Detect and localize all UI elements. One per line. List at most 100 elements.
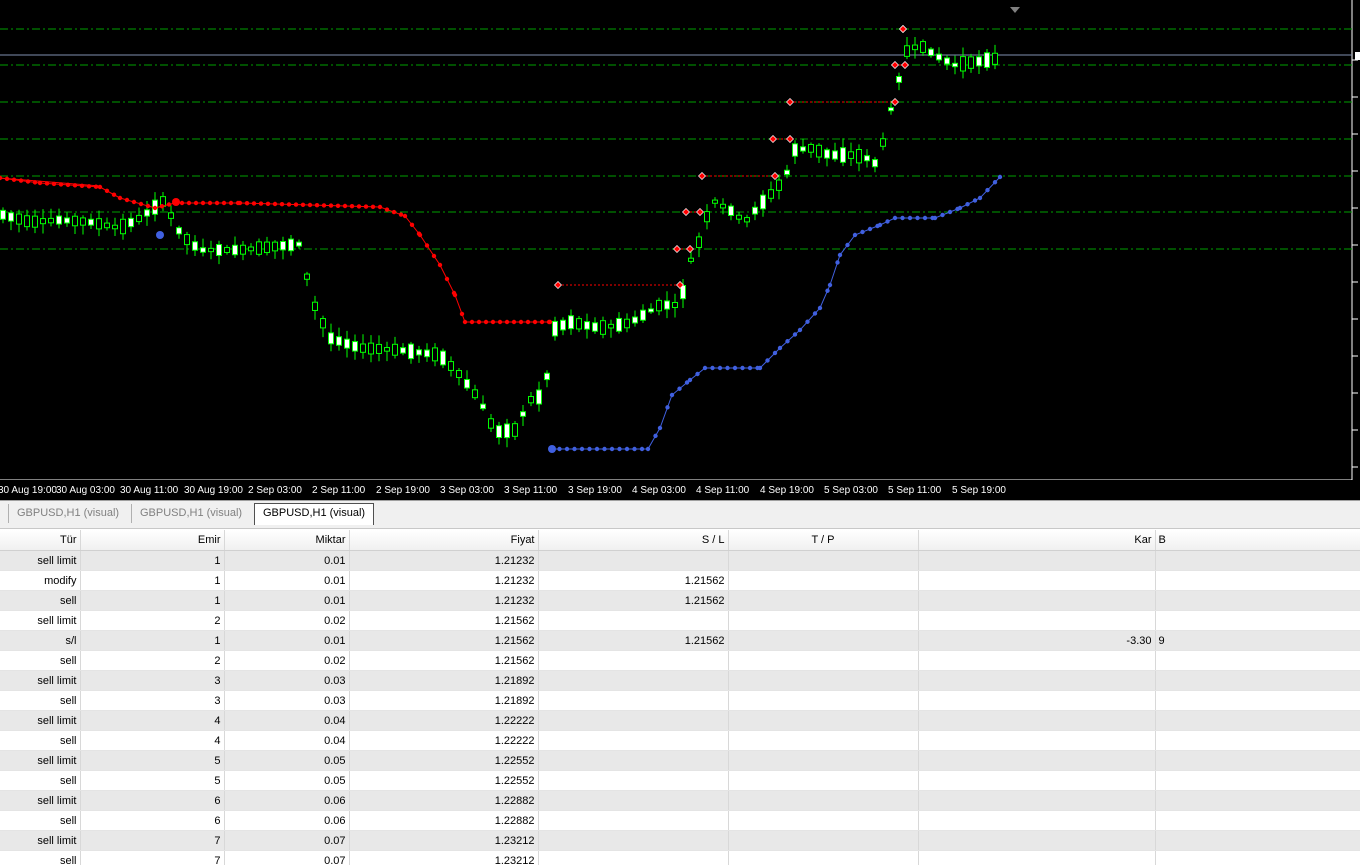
candle-body [640, 309, 646, 321]
time-label: 2 Sep 03:00 [248, 485, 302, 496]
candle-body [816, 144, 822, 158]
time-label: 5 Sep 19:00 [952, 485, 1006, 496]
cell-balance [1155, 810, 1360, 831]
table-row[interactable]: sell limit 7 0.07 1.23212 [0, 830, 1360, 851]
candle-body [832, 150, 838, 160]
cell-profit [918, 790, 1156, 811]
cell-balance [1155, 570, 1360, 591]
candle-body [872, 159, 878, 168]
candle-body [120, 218, 126, 235]
column-profit[interactable]: Kar [918, 530, 1156, 551]
table-row[interactable]: sell limit 2 0.02 1.21562 [0, 610, 1360, 631]
candle-body [696, 236, 702, 248]
candle-body [888, 107, 894, 112]
candle-body [384, 347, 390, 352]
candle-body [856, 148, 862, 164]
candle-body [96, 218, 102, 230]
table-row[interactable]: modify 1 0.01 1.21232 1.21562 [0, 570, 1360, 591]
candle-body [624, 318, 630, 329]
candle-body [608, 323, 614, 329]
candle-body [472, 389, 478, 399]
cell-tp [728, 730, 919, 751]
candle-body [400, 347, 406, 354]
chart-background [0, 0, 1360, 480]
candle-body [192, 241, 198, 251]
cell-tp [728, 550, 919, 571]
candle-body [448, 361, 454, 371]
cell-tp [728, 790, 919, 811]
cell-sl [538, 810, 729, 831]
cell-tp [728, 690, 919, 711]
candle-body [728, 205, 734, 216]
table-row[interactable]: sell 2 0.02 1.21562 [0, 650, 1360, 671]
candle-body [752, 206, 758, 215]
cell-type: sell [0, 730, 81, 751]
candle-body [536, 389, 542, 405]
candle-body [408, 343, 414, 360]
cell-sl [538, 770, 729, 791]
candle-body [128, 217, 134, 228]
cell-price: 1.21232 [349, 590, 539, 611]
cell-profit [918, 550, 1156, 571]
cell-sl [538, 650, 729, 671]
candle-body [48, 217, 54, 224]
table-row[interactable]: sell 1 0.01 1.21232 1.21562 [0, 590, 1360, 611]
column-sl[interactable]: S / L [538, 530, 729, 551]
tab-chart-3[interactable]: GBPUSD,H1 (visual) [254, 503, 375, 525]
column-order[interactable]: Emir [80, 530, 225, 551]
candle-body [544, 372, 550, 381]
table-row[interactable]: sell limit 6 0.06 1.22882 [0, 790, 1360, 811]
cell-type: sell [0, 590, 81, 611]
cell-price: 1.22552 [349, 750, 539, 771]
tab-chart-1[interactable]: GBPUSD,H1 (visual) [8, 504, 127, 523]
column-volume[interactable]: Miktar [224, 530, 350, 551]
time-label: 4 Sep 19:00 [760, 485, 814, 496]
candle-body [424, 349, 430, 358]
candle-body [288, 238, 294, 252]
time-label: 2 Sep 19:00 [376, 485, 430, 496]
cell-price: 1.22552 [349, 770, 539, 791]
candle-body [112, 224, 118, 230]
candle-body [568, 315, 574, 330]
cell-profit [918, 570, 1156, 591]
table-row[interactable]: sell limit 1 0.01 1.21232 [0, 550, 1360, 571]
candle-body [264, 241, 270, 254]
candle-body [248, 246, 254, 252]
candle-body [232, 244, 238, 256]
table-row[interactable]: sell 4 0.04 1.22222 [0, 730, 1360, 751]
journal-table[interactable]: Tür Emir Miktar Fiyat S / L T / P Kar B … [0, 530, 1360, 865]
cell-balance [1155, 550, 1360, 571]
time-label: 5 Sep 03:00 [824, 485, 878, 496]
table-row[interactable]: sell 3 0.03 1.21892 [0, 690, 1360, 711]
candle-body [992, 52, 998, 65]
tab-chart-2[interactable]: GBPUSD,H1 (visual) [131, 504, 250, 523]
cell-price: 1.21232 [349, 550, 539, 571]
cell-balance: 9 [1155, 630, 1360, 651]
chart-canvas[interactable] [0, 0, 1360, 480]
table-row[interactable]: sell limit 3 0.03 1.21892 [0, 670, 1360, 691]
cell-balance [1155, 590, 1360, 611]
table-row[interactable]: s/l 1 0.01 1.21562 1.21562 -3.30 9 [0, 630, 1360, 651]
cell-tp [728, 590, 919, 611]
candle-body [592, 322, 598, 332]
price-chart[interactable]: 30 Aug 19:00 30 Aug 03:00 30 Aug 11:00 30 A… [0, 0, 1360, 500]
table-row[interactable]: sell 6 0.06 1.22882 [0, 810, 1360, 831]
table-row[interactable]: sell limit 5 0.05 1.22552 [0, 750, 1360, 771]
column-price[interactable]: Fiyat [349, 530, 539, 551]
column-balance[interactable]: B [1155, 530, 1360, 551]
column-tp[interactable]: T / P [728, 530, 919, 551]
cell-sl [538, 850, 729, 865]
table-row[interactable]: sell 5 0.05 1.22552 [0, 770, 1360, 791]
table-row[interactable]: sell 7 0.07 1.23212 [0, 850, 1360, 865]
cell-price: 1.21892 [349, 670, 539, 691]
cell-balance [1155, 770, 1360, 791]
cell-balance [1155, 750, 1360, 771]
cell-order: 6 [80, 810, 225, 831]
cell-type: sell limit [0, 610, 81, 631]
table-row[interactable]: sell limit 4 0.04 1.22222 [0, 710, 1360, 731]
cell-volume: 0.02 [224, 650, 350, 671]
candle-body [824, 149, 830, 159]
column-type[interactable]: Tür [0, 530, 81, 551]
time-label: 3 Sep 11:00 [504, 485, 558, 496]
candle-body [560, 319, 566, 331]
